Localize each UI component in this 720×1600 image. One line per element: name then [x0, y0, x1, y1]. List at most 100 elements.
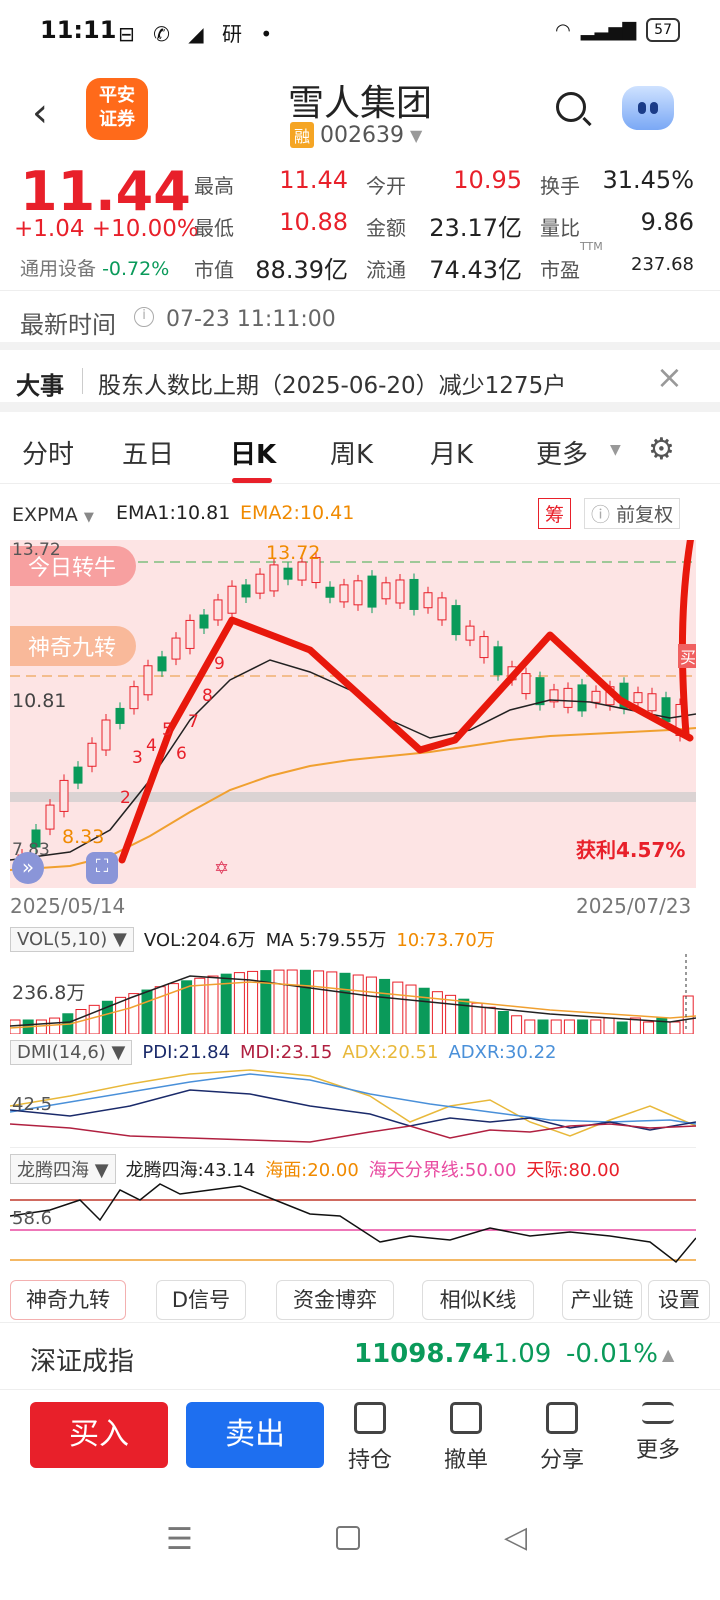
candle-body: [591, 690, 601, 703]
holdings-button[interactable]: 持仓: [330, 1402, 410, 1474]
candle-body: [101, 719, 111, 751]
wifi-icon: ◠: [555, 19, 571, 41]
latest-time-label: 最新时间: [20, 311, 116, 339]
volume-bar: [656, 1017, 668, 1035]
candle-body: [241, 584, 251, 598]
sell-button[interactable]: 卖出: [186, 1402, 324, 1468]
candle-body: [423, 592, 433, 609]
indicator-bar: EXPMA ▼ EMA1:10.81 EMA2:10.41 筹 ⓘ 前复权: [0, 494, 720, 534]
gear-icon[interactable]: ⚙: [648, 432, 675, 467]
tab-five-day[interactable]: 五日: [122, 434, 174, 471]
tab-weekly-k[interactable]: 周K: [330, 434, 373, 471]
kline-chart[interactable]: 今日转牛 神奇九转 13.72 13.72 10.81 7.83 8.33 获利…: [10, 540, 696, 888]
price-change-pct: +10.00%: [91, 216, 199, 242]
vol-selector[interactable]: VOL(5,10) ▼: [10, 926, 134, 952]
indicator-selector[interactable]: EXPMA ▼: [12, 504, 94, 526]
share-button[interactable]: 分享: [522, 1402, 602, 1474]
latest-time-bar: 最新时间 i 07-23 11:11:00: [0, 290, 720, 350]
volume-chart: 236.8万: [9, 952, 697, 1035]
volume-bar: [326, 971, 338, 1035]
candle-body: [87, 742, 97, 767]
buy-signal-tag: 买: [678, 644, 696, 668]
candle-body: [157, 656, 167, 672]
candle-body: [213, 599, 223, 621]
volume-bar: [405, 984, 417, 1035]
dmi-axis-label: 42.5: [12, 1094, 53, 1115]
sector-line[interactable]: 通用设备 -0.72%: [20, 254, 169, 281]
index-name: 深证成指: [30, 1347, 135, 1377]
feature-fund-game[interactable]: 资金博弈: [276, 1280, 394, 1320]
vol-selector-label: VOL(5,10): [17, 928, 108, 950]
adjust-label: 前复权: [616, 504, 674, 526]
news-bar[interactable]: 大事 股东人数比上期（2025-06-20）减少1275户 ×: [0, 352, 720, 412]
stock-code-row[interactable]: 融 002639 ▼: [290, 122, 422, 148]
chevron-down-icon: ▼: [83, 510, 94, 525]
candle-body: [563, 687, 573, 708]
back-nav-icon[interactable]: ◁: [504, 1520, 527, 1555]
label-open: 今开: [366, 174, 406, 198]
last-price: 11.44: [20, 160, 191, 223]
index-bar[interactable]: 深证成指 11098.74 -1.09 -0.01% ▲: [0, 1322, 720, 1390]
low-marker: 8.33: [62, 826, 105, 848]
feature-nine-turn[interactable]: 神奇九转: [10, 1280, 126, 1320]
feature-d-signal[interactable]: D信号: [156, 1280, 246, 1320]
news-label: 大事: [16, 372, 64, 400]
nine-turn-pill[interactable]: 神奇九转: [10, 626, 137, 666]
status-time: 11:11: [40, 16, 117, 44]
volume-bar: [273, 969, 285, 1035]
search-icon[interactable]: [556, 92, 586, 122]
sector-pct: -0.72%: [102, 258, 170, 280]
volume-bar: [365, 976, 377, 1035]
dmi-header: DMI(14,6) ▼ PDI:21.84 MDI:23.15 ADX:20.5…: [10, 1040, 557, 1065]
volume-bar: [313, 970, 325, 1035]
system-nav-bar: ☰ ◁: [0, 1500, 720, 1600]
label-turnover: 换手: [540, 174, 580, 198]
volume-bar: [418, 987, 430, 1035]
adjust-button[interactable]: ⓘ 前复权: [584, 498, 681, 529]
expand-icon[interactable]: »: [12, 852, 44, 884]
tab-monthly-k[interactable]: 月K: [430, 434, 473, 471]
ltsh-value: 龙腾四海:43.14: [125, 1160, 256, 1181]
assistant-robot-icon[interactable]: [622, 86, 674, 130]
candle-body: [185, 619, 195, 649]
value-amount: 23.17亿: [429, 214, 522, 242]
candle-body: [283, 567, 293, 580]
tab-intraday[interactable]: 分时: [22, 434, 74, 471]
volume-bar: [603, 1017, 615, 1035]
feature-similar-k[interactable]: 相似K线: [422, 1280, 534, 1320]
feature-industry-chain[interactable]: 产业链: [562, 1280, 642, 1320]
candle-body: [325, 586, 335, 598]
candle-body: [409, 578, 419, 610]
chevron-up-icon[interactable]: ▲: [662, 1345, 674, 1364]
fullscreen-icon[interactable]: ⛶: [86, 852, 118, 884]
tab-more[interactable]: 更多: [536, 434, 588, 471]
cancel-order-icon: [450, 1402, 482, 1434]
label-float-cap: 流通: [366, 258, 406, 282]
recents-icon[interactable]: ☰: [166, 1522, 193, 1557]
ltsh-sea: 海面:20.00: [265, 1160, 359, 1181]
value-float-cap: 74.43亿: [429, 256, 522, 284]
tab-daily-k[interactable]: 日K: [230, 434, 276, 471]
volume-bar: [643, 1021, 655, 1035]
feature-settings[interactable]: 设置: [648, 1280, 710, 1320]
close-icon[interactable]: ×: [656, 358, 683, 396]
info-icon[interactable]: i: [134, 307, 154, 327]
active-tab-indicator: [232, 478, 272, 483]
chip-button[interactable]: 筹: [538, 498, 572, 529]
candle-body: [493, 646, 503, 676]
ema1-value: EMA1:10.81: [116, 502, 231, 524]
volume-svg: [9, 954, 697, 1035]
battery-icon: 57: [646, 18, 680, 42]
candle-body: [633, 692, 643, 704]
home-icon[interactable]: [336, 1526, 360, 1550]
volume-bar: [286, 969, 298, 1035]
dmi-selector[interactable]: DMI(14,6) ▼: [10, 1040, 133, 1065]
index-value: 11098.74: [354, 1339, 491, 1369]
stock-name: 雪人集团: [287, 83, 432, 124]
y-label-mid: 10.81: [12, 690, 67, 712]
cancel-order-button[interactable]: 撤单: [426, 1402, 506, 1474]
buy-button[interactable]: 买入: [30, 1402, 168, 1468]
volume-bar: [194, 977, 206, 1035]
candle-body: [647, 693, 657, 712]
more-button[interactable]: 更多: [618, 1402, 698, 1464]
